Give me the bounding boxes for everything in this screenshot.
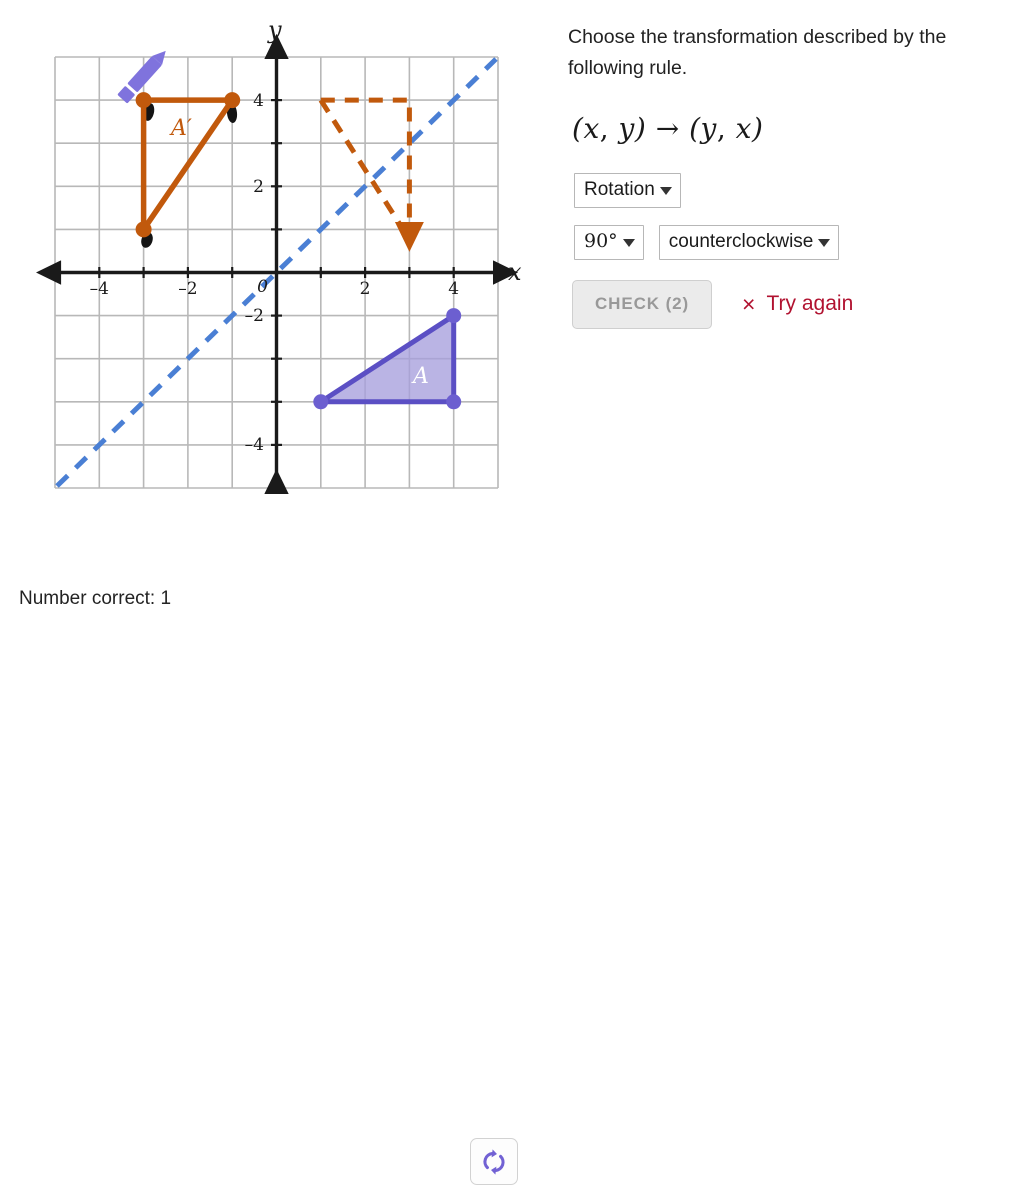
ytick-label-neg2: –2 <box>245 306 264 326</box>
xtick-label-neg2: –2 <box>178 279 197 299</box>
xtick-label-neg4: –4 <box>90 279 109 299</box>
rule-open-paren-2: ( <box>689 112 701 145</box>
check-button[interactable]: CHECK (2) <box>572 279 713 329</box>
reset-button[interactable] <box>470 1138 518 1185</box>
feedback-message: × Try again <box>742 292 853 316</box>
footer-bar: Number correct: 1 <box>0 560 1032 1185</box>
rule-close-paren-2: ) <box>751 112 764 145</box>
rule-x-2: x <box>735 112 752 145</box>
transformation-rule: (x, y) → (y, x) <box>572 112 1028 145</box>
transformation-type-value: Rotation <box>584 179 655 200</box>
ytick-label-2: 2 <box>253 177 264 197</box>
vertex-marker[interactable] <box>224 92 241 109</box>
xtick-label-2: 2 <box>360 279 371 299</box>
triangle-a-label: A <box>411 364 429 389</box>
graph-canvas[interactable]: x y –4 –2 2 4 4 2 –2 –4 0 A A′ <box>0 0 545 530</box>
score-label: Number correct: 1 <box>19 588 172 609</box>
question-prompt: Choose the transformation described by t… <box>568 26 947 79</box>
rule-y-1: y <box>618 112 635 145</box>
rotation-angle-value: 90° <box>584 229 618 252</box>
vertex-marker[interactable] <box>135 221 152 238</box>
refresh-icon <box>483 1148 505 1175</box>
rule-close-paren-1: ) <box>634 112 647 145</box>
chevron-down-icon <box>622 238 635 247</box>
rule-arrow-icon: → <box>646 112 690 145</box>
chevron-down-icon <box>659 186 672 195</box>
rule-open-paren-1: ( <box>572 112 584 145</box>
x-mark-icon: × <box>742 290 756 317</box>
x-axis-label: x <box>508 258 522 286</box>
origin-label: 0 <box>257 277 268 297</box>
rule-y-2: y <box>700 112 717 145</box>
rule-comma-1: , <box>599 112 619 145</box>
rotation-direction-value: counterclockwise <box>668 230 814 252</box>
vertex-marker[interactable] <box>135 92 152 109</box>
feedback-text: Try again <box>766 292 854 316</box>
vertex-marker[interactable] <box>446 308 462 324</box>
vertex-marker[interactable] <box>313 394 329 410</box>
coordinate-graph[interactable]: x y –4 –2 2 4 4 2 –2 –4 0 A A′ <box>0 0 545 530</box>
rotation-direction-dropdown[interactable]: counterclockwise <box>658 224 840 260</box>
transformation-type-dropdown[interactable]: Rotation <box>574 173 681 208</box>
vertex-marker[interactable] <box>446 394 462 410</box>
triangle-a-prime-label: A′ <box>169 116 192 141</box>
ytick-label-4: 4 <box>253 91 264 111</box>
rule-x-1: x <box>583 112 600 145</box>
chevron-down-icon <box>818 238 831 247</box>
ytick-label-neg4: –4 <box>245 435 264 455</box>
y-axis-label: y <box>267 16 282 44</box>
xtick-label-4: 4 <box>448 279 459 299</box>
rotation-angle-dropdown[interactable]: 90° <box>574 224 644 260</box>
question-panel: Choose the transformation described by t… <box>568 22 1028 329</box>
rule-comma-2: , <box>716 112 736 145</box>
